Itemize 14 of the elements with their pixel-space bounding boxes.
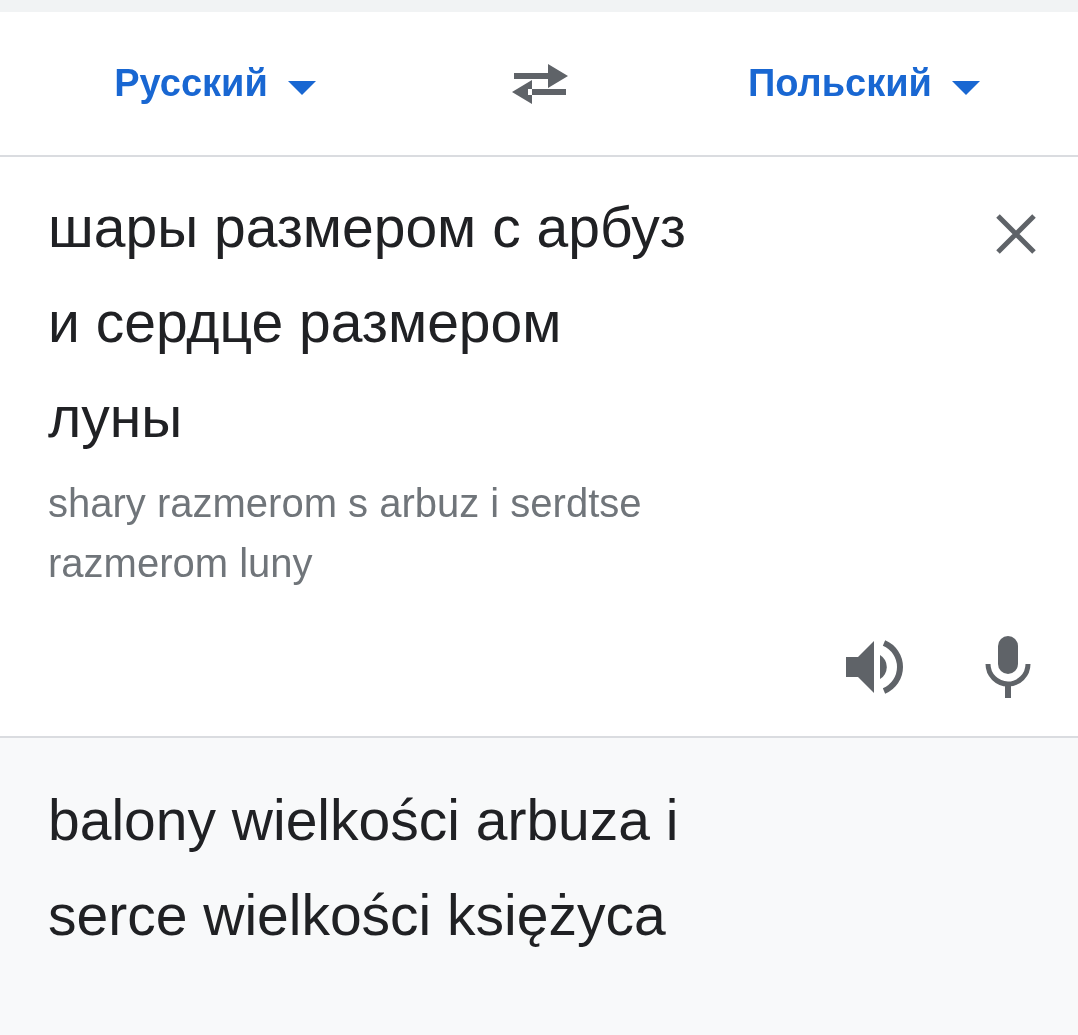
source-text-line: луны	[48, 384, 184, 451]
microphone-icon[interactable]	[984, 636, 1032, 698]
caret-icon	[951, 80, 980, 95]
source-text-line: шары размером с арбуз	[48, 194, 687, 261]
translation-text-line: serce wielkości księżyca	[48, 882, 667, 949]
transliteration-line: razmerom luny	[48, 540, 314, 587]
translation-text-line: balony wielkości arbuza i	[48, 787, 680, 854]
close-icon[interactable]	[994, 212, 1038, 256]
transliteration-line: shary razmerom s arbuz i serdtse	[48, 480, 643, 527]
source-language-button[interactable]: Русский	[114, 55, 316, 112]
caret-icon	[287, 80, 316, 95]
source-text-line: и сердце размером	[48, 289, 563, 356]
speaker-icon[interactable]	[844, 637, 904, 697]
target-language-button[interactable]: Польский	[748, 55, 980, 112]
